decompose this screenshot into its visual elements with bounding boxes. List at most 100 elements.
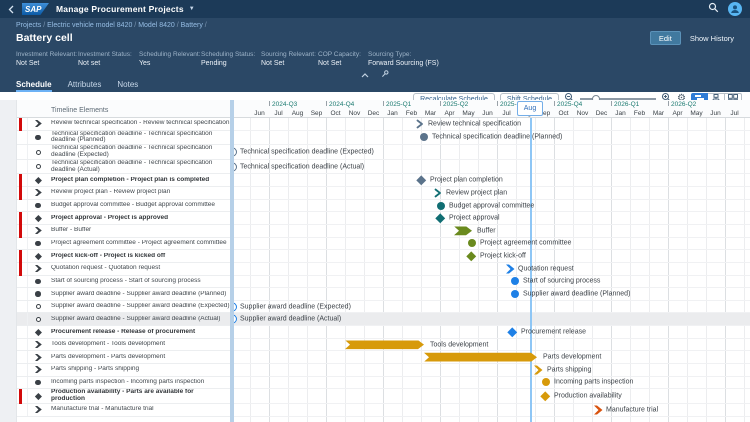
quarter-tick [269, 101, 270, 106]
table-row[interactable]: Supplier award deadline - Supplier award… [17, 288, 230, 301]
table-row[interactable]: Quotation request - Quotation request [17, 263, 230, 276]
breadcrumb-link[interactable]: Electric vehicle model 8420 [47, 22, 132, 29]
search-icon[interactable] [708, 0, 719, 18]
gantt-row[interactable]: Parts development [234, 351, 750, 364]
gantt-row[interactable]: Review project plan [234, 187, 750, 200]
gantt-row[interactable]: Supplier award deadline (Actual) [234, 313, 750, 326]
tab-schedule[interactable]: Schedule [16, 80, 52, 92]
table-row[interactable]: Procurement release - Release of procure… [17, 326, 230, 339]
tab-notes[interactable]: Notes [117, 80, 138, 92]
tab-attributes[interactable]: Attributes [68, 80, 102, 92]
sap-logo: SAP [22, 3, 49, 15]
table-row[interactable]: Supplier award deadline - Supplier award… [17, 301, 230, 314]
header-anchor-bar [0, 70, 750, 79]
gantt-marker[interactable] [234, 148, 237, 157]
critical-bar [19, 174, 22, 187]
gantt-marker[interactable] [509, 329, 516, 336]
gantt-marker[interactable] [468, 253, 475, 260]
gantt-row[interactable]: Parts shipping [234, 364, 750, 377]
gantt-marker[interactable] [594, 405, 603, 414]
gantt-row[interactable]: Quotation request [234, 263, 750, 276]
table-row[interactable]: Incoming parts inspection - Incoming par… [17, 377, 230, 390]
breadcrumb-link[interactable]: Model 8420 [138, 22, 175, 29]
gantt-marker[interactable] [345, 340, 424, 349]
circle-open-row-icon [28, 150, 48, 155]
gantt-marker[interactable] [542, 393, 549, 400]
gantt-marker[interactable] [468, 239, 476, 247]
breadcrumb[interactable]: Projects / Electric vehicle model 8420 /… [0, 20, 750, 29]
gantt-row[interactable]: Project plan completion [234, 174, 750, 187]
breadcrumb-link[interactable]: Projects [16, 22, 41, 29]
table-row[interactable]: Buffer - Buffer [17, 225, 230, 238]
chevron-down-icon[interactable]: ▼ [189, 6, 195, 12]
gantt-marker[interactable] [506, 264, 515, 273]
gantt-marker[interactable] [420, 133, 428, 141]
month-label: Jun [478, 110, 497, 117]
table-row[interactable]: Technical specification deadline - Techn… [17, 145, 230, 160]
table-row-label: Supplier award deadline - Supplier award… [48, 303, 230, 310]
diamond-row-icon [28, 254, 48, 259]
table-row[interactable]: Project agreement committee - Project ag… [17, 238, 230, 251]
gantt-row[interactable]: Review technical specification [234, 118, 750, 131]
gantt-marker[interactable] [454, 226, 472, 235]
month-label: Sep [307, 110, 326, 117]
diamond-icon [35, 177, 42, 184]
table-row[interactable]: Start of sourcing process - Start of sou… [17, 276, 230, 289]
gantt-marker[interactable] [534, 365, 543, 374]
table-row[interactable]: Technical specification deadline - Techn… [17, 131, 230, 146]
table-row[interactable]: Manufacture trial - Manufacture trial [17, 404, 230, 417]
gantt-row[interactable]: Budget approval committee [234, 200, 750, 213]
gantt-marker[interactable] [424, 353, 537, 362]
table-row-label: Review project plan - Review project pla… [48, 189, 230, 196]
gantt-row[interactable]: Project kick-off [234, 250, 750, 263]
criticality-indicator [17, 174, 28, 186]
pin-icon[interactable] [381, 65, 389, 83]
gantt-marker[interactable] [418, 177, 425, 184]
show-history-button[interactable]: Show History [690, 34, 734, 43]
edit-button[interactable]: Edit [650, 31, 681, 45]
table-row[interactable]: Budget approval committee - Budget appro… [17, 200, 230, 213]
gantt-marker[interactable] [542, 378, 550, 386]
gantt-row[interactable]: Project agreement committee [234, 238, 750, 251]
gantt-marker[interactable] [416, 119, 424, 129]
milestone-icon [35, 279, 41, 285]
back-icon[interactable] [8, 5, 15, 14]
gantt-row[interactable]: Tools development [234, 339, 750, 352]
table-row[interactable]: Project plan completion - Project plan i… [17, 174, 230, 187]
gantt-marker[interactable] [511, 277, 519, 285]
gantt-row[interactable]: Buffer [234, 225, 750, 238]
table-row[interactable]: Technical specification deadline - Techn… [17, 160, 230, 175]
collapse-header-icon[interactable] [361, 65, 369, 83]
gantt-row[interactable]: Supplier award deadline (Planned) [234, 288, 750, 301]
table-row[interactable]: Review project plan - Review project pla… [17, 187, 230, 200]
gantt-row[interactable]: Production availability [234, 389, 750, 404]
gantt-row[interactable]: Procurement release [234, 326, 750, 339]
gantt-row[interactable]: Start of sourcing process [234, 276, 750, 289]
avatar[interactable] [728, 2, 742, 16]
gantt-row[interactable]: Technical specification deadline (Planne… [234, 131, 750, 146]
table-row[interactable]: Production availability - Parts are avai… [17, 389, 230, 404]
gantt-marker[interactable] [234, 315, 237, 324]
table-row[interactable]: Parts development - Parts development [17, 351, 230, 364]
gantt-row[interactable]: Incoming parts inspection [234, 377, 750, 390]
table-row-label: Parts development - Parts development [48, 354, 230, 361]
table-row[interactable]: Project approval - Project is approved [17, 212, 230, 225]
gantt-row[interactable]: Technical specification deadline (Actual… [234, 160, 750, 175]
table-row[interactable]: Review technical specification - Review … [17, 118, 230, 131]
gantt-row[interactable]: Manufacture trial [234, 404, 750, 417]
gantt-marker[interactable] [434, 188, 442, 198]
table-row[interactable]: Parts shipping - Parts shipping [17, 364, 230, 377]
table-row[interactable]: Supplier award deadline - Supplier award… [17, 313, 230, 326]
gantt-marker[interactable] [234, 302, 237, 311]
app-title[interactable]: Manage Procurement Projects [56, 4, 184, 14]
gantt-marker[interactable] [234, 162, 237, 171]
gantt-marker[interactable] [437, 215, 444, 222]
gantt-row[interactable]: Project approval [234, 212, 750, 225]
gantt-marker[interactable] [511, 290, 519, 298]
table-row[interactable]: Project kick-off - Project is kicked off [17, 250, 230, 263]
breadcrumb-link[interactable]: Battery [181, 22, 203, 29]
gantt-row[interactable]: Technical specification deadline (Expect… [234, 145, 750, 160]
gantt-row[interactable]: Supplier award deadline (Expected) [234, 301, 750, 314]
gantt-marker[interactable] [437, 202, 445, 210]
table-row[interactable]: Tools development - Tools development [17, 339, 230, 352]
